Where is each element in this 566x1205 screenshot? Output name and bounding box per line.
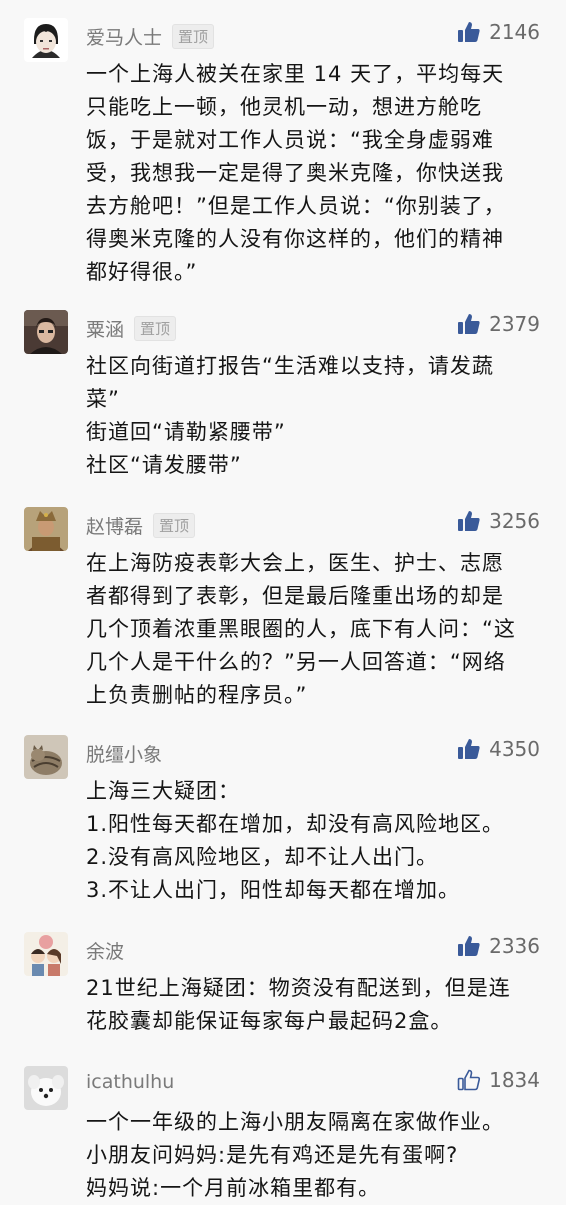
thumbs-up-icon	[458, 22, 480, 42]
comment-line: 21世纪上海疑团：物资没有配送到，但是连	[86, 976, 511, 1000]
username-text: 爱马人士	[86, 27, 163, 49]
avatar[interactable]	[24, 735, 68, 779]
comment-line: 花胶囊却能保证每家每户最起码2盒。	[86, 1009, 453, 1033]
thumbs-up-icon	[458, 314, 480, 334]
thumbs-up-outline-icon	[457, 1069, 481, 1091]
pinned-badge: 置顶	[134, 316, 177, 341]
like-count: 2336	[489, 934, 540, 958]
comment-line: 社区向街道打报告“生活难以支持，请发蔬	[86, 354, 494, 378]
couple-cartoon-avatar-icon	[24, 932, 68, 976]
username-text: 脱缰小象	[86, 744, 163, 766]
username-text: 余波	[86, 941, 125, 963]
comment-line: 1.阳性每天都在增加，却没有高风险地区。	[86, 812, 505, 836]
like-button[interactable]: 1834	[457, 1068, 540, 1092]
username[interactable]: 脱缰小象	[86, 740, 162, 767]
comment-line: 街道回“请勒紧腰带”	[86, 420, 286, 444]
comment-line: 在上海防疫表彰大会上，医生、护士、志愿	[86, 551, 504, 575]
comment-line: 去方舱吧！”但是工作人员说：“你别装了，	[86, 194, 506, 218]
avatar[interactable]	[24, 932, 68, 976]
comment-line: 菜”	[86, 387, 120, 411]
thumbs-up-icon	[458, 936, 480, 956]
comment-text: 一个一年级的上海小朋友隔离在家做作业。 小朋友问妈妈:是先有鸡还是先有蛋啊? 妈…	[86, 1106, 546, 1205]
comment-text: 社区向街道打报告“生活难以支持，请发蔬 菜” 街道回“请勒紧腰带” 社区“请发腰…	[86, 350, 546, 482]
comment-line: 上海三大疑团：	[86, 779, 240, 803]
comment-line: 几个人是干什么的？”另一人回答道：“网络	[86, 650, 506, 674]
username[interactable]: 爱马人士 置顶	[86, 23, 215, 50]
comment-line: 社区“请发腰带”	[86, 453, 242, 477]
comment-line: 都好得很。”	[86, 260, 198, 284]
painted-portrait-avatar-icon	[24, 507, 68, 551]
like-count: 3256	[489, 509, 540, 533]
portrait-avatar-icon	[24, 310, 68, 354]
username[interactable]: 余波	[86, 937, 124, 964]
comment-line: 2.没有高风险地区，却不让人出门。	[86, 845, 439, 869]
comment-line: 几个顶着浓重黑眼圈的人，底下有人问：“这	[86, 617, 516, 641]
like-button[interactable]: 3256	[457, 509, 540, 533]
like-button[interactable]: 2146	[457, 20, 540, 44]
thumbs-up-icon	[458, 511, 480, 531]
comment-line: 一个一年级的上海小朋友隔离在家做作业。	[86, 1110, 504, 1134]
comment-line: 得奥米克隆的人没有你这样的，他们的精神	[86, 227, 504, 251]
username[interactable]: 粟涵 置顶	[86, 315, 177, 342]
thumbs-up-icon	[458, 739, 480, 759]
like-button[interactable]: 2336	[457, 934, 540, 958]
comment-line: 只能吃上一顿，他灵机一动，想进方舱吃	[86, 95, 482, 119]
comment-line: 一个上海人被关在家里 14 天了，平均每天	[86, 62, 505, 86]
pinned-badge: 置顶	[153, 513, 196, 538]
username-text: icathulhu	[86, 1071, 175, 1093]
tabby-cat-avatar-icon	[24, 735, 68, 779]
avatar[interactable]	[24, 1066, 68, 1110]
comment-text: 21世纪上海疑团：物资没有配送到，但是连 花胶囊却能保证每家每户最起码2盒。	[86, 972, 546, 1038]
comment-line: 3.不让人出门，阳性却每天都在增加。	[86, 878, 461, 902]
username[interactable]: 赵博磊 置顶	[86, 512, 196, 539]
comment-text: 一个上海人被关在家里 14 天了，平均每天 只能吃上一顿，他灵机一动，想进方舱吃…	[86, 58, 546, 289]
username[interactable]: icathulhu	[86, 1071, 174, 1093]
avatar[interactable]	[24, 507, 68, 551]
comment-line: 小朋友问妈妈:是先有鸡还是先有蛋啊?	[86, 1143, 459, 1167]
username-text: 粟涵	[86, 319, 125, 341]
like-count: 1834	[489, 1068, 540, 1092]
comment-text: 在上海防疫表彰大会上，医生、护士、志愿 者都得到了表彰，但是最后隆重出场的却是 …	[86, 547, 546, 712]
comment-line: 上负责删帖的程序员。”	[86, 683, 308, 707]
cartoon-avatar-icon	[24, 18, 68, 62]
like-button[interactable]: 4350	[457, 737, 540, 761]
white-dog-avatar-icon	[24, 1066, 68, 1110]
like-count: 2379	[489, 312, 540, 336]
like-button[interactable]: 2379	[457, 312, 540, 336]
pinned-badge: 置顶	[172, 24, 215, 49]
comment-line: 者都得到了表彰，但是最后隆重出场的却是	[86, 584, 504, 608]
like-count: 2146	[489, 20, 540, 44]
avatar[interactable]	[24, 310, 68, 354]
comment-line: 妈妈说:一个月前冰箱里都有。	[86, 1176, 381, 1200]
username-text: 赵博磊	[86, 516, 144, 538]
avatar[interactable]	[24, 18, 68, 62]
comment-line: 受，我想我一定是得了奥米克隆，你快送我	[86, 161, 504, 185]
comment-text: 上海三大疑团： 1.阳性每天都在增加，却没有高风险地区。 2.没有高风险地区，却…	[86, 775, 546, 907]
comment-line: 饭，于是就对工作人员说：“我全身虚弱难	[86, 128, 494, 152]
like-count: 4350	[489, 737, 540, 761]
